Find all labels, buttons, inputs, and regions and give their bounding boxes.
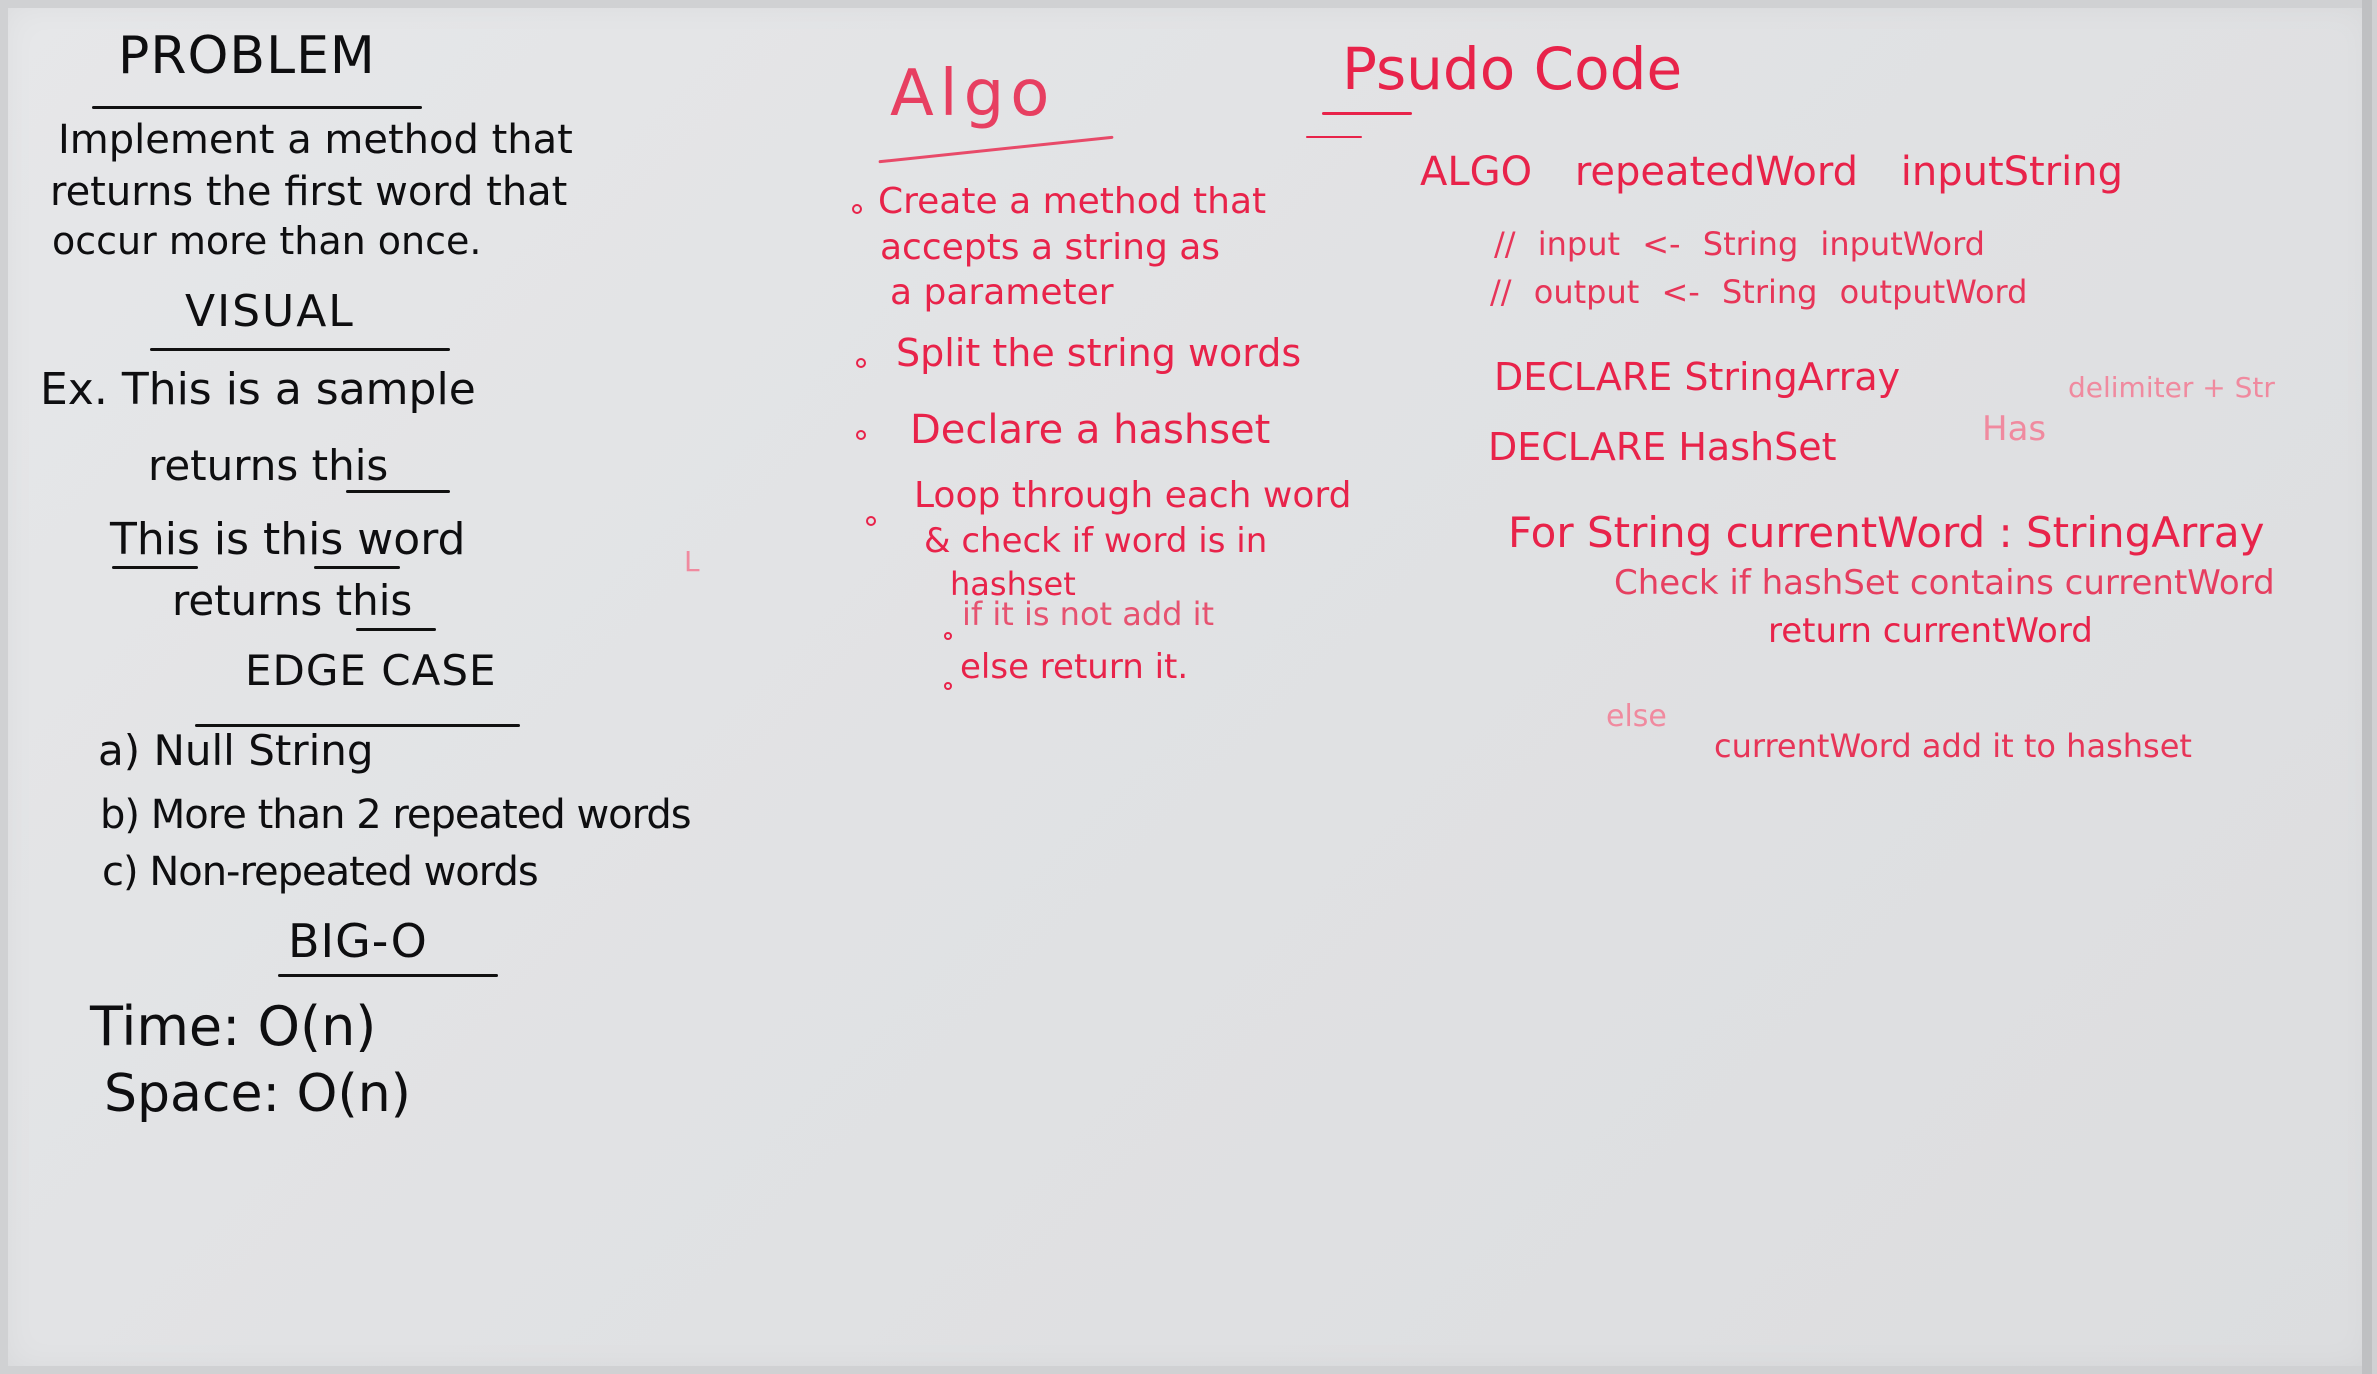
pseudo-line-3: // output <- String outputWord: [1490, 273, 2028, 311]
this-underline-2a: [112, 566, 198, 569]
visual-heading: VISUAL: [185, 286, 355, 337]
pseudo-line-8: return currentWord: [1768, 611, 2093, 651]
algo-heading: Algo: [890, 57, 1056, 131]
whiteboard: PROBLEM Implement a method that returns …: [0, 0, 2377, 1374]
space-complexity: Space: O(n): [104, 1064, 411, 1124]
algo-step-4b: & check if word is in: [924, 521, 1268, 561]
stray-mark: L: [684, 545, 700, 578]
time-complexity: Time: O(n): [90, 995, 377, 1058]
this-underline-1: [346, 490, 450, 493]
pseudo-line-5: DECLARE HashSet: [1488, 425, 1837, 469]
edge-case-a: a) Null String: [98, 726, 374, 775]
example-2: This is this word: [110, 514, 466, 565]
pseudo-line-4b: delimiter + Str: [2068, 371, 2275, 404]
algo-step-1c: a parameter: [890, 272, 1114, 313]
algo-bullet-4: [866, 516, 876, 526]
pseudo-line-9: else: [1606, 699, 1667, 734]
algo-step-6: else return it.: [960, 647, 1189, 687]
problem-heading: PROBLEM: [118, 26, 376, 86]
algo-bullet-1: [852, 204, 862, 214]
pseudo-line-6: For String currentWord : StringArray: [1508, 508, 2265, 557]
pseudo-line-10: currentWord add it to hashset: [1714, 727, 2192, 765]
pseudo-line-2: // input <- String inputWord: [1494, 225, 1985, 263]
pseudo-line-1: ALGO repeatedWord inputString: [1420, 149, 2124, 195]
pseudo-line-5b: Has: [1982, 409, 2047, 449]
algo-step-1a: Create a method that: [878, 181, 1267, 222]
this-underline-3: [356, 628, 436, 631]
example-1: Ex. This is a sample: [40, 364, 476, 415]
this-underline-2b: [314, 566, 400, 569]
pseudo-line-4: DECLARE StringArray: [1494, 355, 1901, 399]
problem-line-3: occur more than once.: [52, 219, 482, 263]
algo-step-2: Split the string words: [896, 331, 1302, 375]
problem-line-1: Implement a method that: [58, 117, 573, 163]
edge-case-b: b) More than 2 repeated words: [100, 792, 692, 838]
pseudo-underline-2: [1306, 136, 1362, 138]
algo-bullet-2: [856, 358, 866, 368]
board-frame-right: [2362, 0, 2372, 1374]
problem-line-2: returns the first word that: [50, 169, 568, 215]
algo-underline: [878, 135, 1114, 164]
algo-step-1b: accepts a string as: [880, 227, 1221, 268]
algo-step-5: if it is not add it: [962, 595, 1215, 633]
visual-underline: [150, 348, 450, 351]
problem-underline: [92, 106, 422, 109]
bigo-underline: [278, 974, 498, 977]
edge-heading: EDGE CASE: [245, 646, 497, 695]
pseudo-underline: [1322, 112, 1412, 115]
example-2-result: returns this: [172, 576, 413, 625]
bigo-heading: BIG-O: [288, 914, 428, 968]
pseudo-heading: Psudo Code: [1342, 35, 1683, 103]
pseudo-line-7: Check if hashSet contains currentWord: [1614, 563, 2275, 603]
algo-bullet-3: [856, 430, 866, 440]
algo-step-3: Declare a hashset: [910, 407, 1271, 453]
example-1-result: returns this: [148, 441, 389, 490]
algo-bullet-6: [944, 682, 952, 690]
edge-case-c: c) Non-repeated words: [102, 849, 539, 895]
algo-step-4a: Loop through each word: [914, 475, 1352, 516]
algo-bullet-5: [944, 632, 952, 640]
